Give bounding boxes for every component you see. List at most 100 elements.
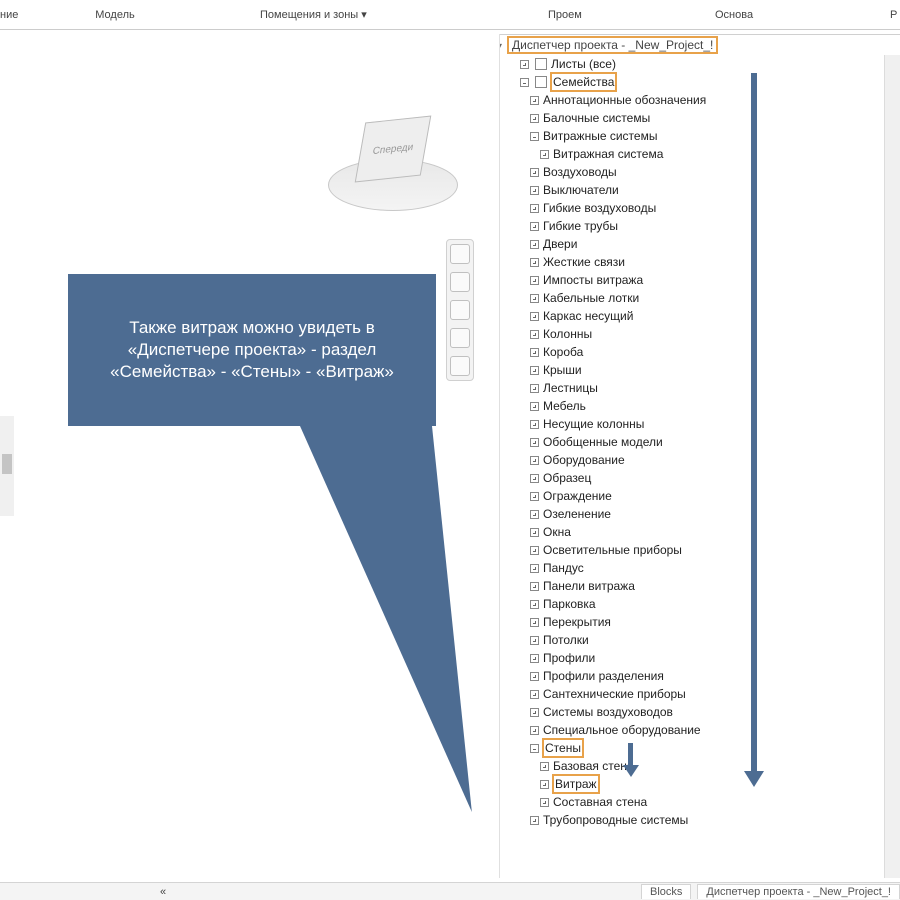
expander-icon[interactable] (530, 564, 539, 573)
nav-orbit-icon[interactable] (450, 300, 470, 320)
status-chevron-icon[interactable]: « (160, 886, 166, 898)
tree-item[interactable]: Профили (510, 649, 896, 667)
tree-item-sheets[interactable]: Листы (все) (510, 55, 896, 73)
expander-icon[interactable] (530, 384, 539, 393)
expander-icon[interactable] (530, 600, 539, 609)
expander-icon[interactable] (530, 168, 539, 177)
project-browser-tree[interactable]: Листы (все)СемействаАннотационные обозна… (510, 55, 896, 829)
tree-item[interactable]: Перекрытия (510, 613, 896, 631)
tree-item[interactable]: Специальное оборудование (510, 721, 896, 739)
project-browser-title[interactable]: Диспетчер проекта - _New_Project_! (508, 37, 717, 53)
tree-item[interactable]: Панели витража (510, 577, 896, 595)
viewcube-front-face[interactable]: Спереди (355, 116, 432, 183)
tree-item-families[interactable]: Семейства (510, 73, 896, 91)
tree-item[interactable]: Озеленение (510, 505, 896, 523)
tree-item[interactable]: Пандус (510, 559, 896, 577)
expander-icon[interactable] (530, 438, 539, 447)
expander-icon[interactable] (530, 240, 539, 249)
tree-item[interactable]: Несущие колонны (510, 415, 896, 433)
panel-pin-icon[interactable]: ▾ (500, 39, 506, 49)
expander-icon[interactable] (530, 672, 539, 681)
nav-steering-icon[interactable] (450, 328, 470, 348)
tree-item[interactable]: Оборудование (510, 451, 896, 469)
expander-icon[interactable] (530, 816, 539, 825)
expander-icon[interactable] (530, 744, 539, 753)
expander-icon[interactable] (530, 96, 539, 105)
nav-zoom-icon[interactable] (450, 272, 470, 292)
tree-item[interactable]: Каркас несущий (510, 307, 896, 325)
expander-icon[interactable] (540, 780, 549, 789)
tree-item-wall-type[interactable]: Базовая стена (510, 757, 896, 775)
status-tab-blocks[interactable]: Blocks (641, 884, 691, 899)
expander-icon[interactable] (520, 78, 529, 87)
tree-item[interactable]: Аннотационные обозначения (510, 91, 896, 109)
expander-icon[interactable] (530, 222, 539, 231)
expander-icon[interactable] (530, 366, 539, 375)
expander-icon[interactable] (530, 546, 539, 555)
tree-item[interactable]: Балочные системы (510, 109, 896, 127)
viewport-3d[interactable]: Спереди Также витраж можно увидеть в «Ди… (0, 34, 500, 878)
expander-icon[interactable] (530, 726, 539, 735)
expander-icon[interactable] (530, 420, 539, 429)
expander-icon[interactable] (530, 690, 539, 699)
expander-icon[interactable] (530, 132, 539, 141)
tree-item[interactable]: Воздуховоды (510, 163, 896, 181)
expander-icon[interactable] (530, 312, 539, 321)
ribbon-group-rooms[interactable]: Помещения и зоны ▾ (260, 8, 367, 21)
tree-item[interactable]: Колонны (510, 325, 896, 343)
tree-item[interactable]: Гибкие воздуховоды (510, 199, 896, 217)
viewcube[interactable]: Спереди (318, 99, 468, 249)
nav-pan-icon[interactable] (450, 244, 470, 264)
expander-icon[interactable] (530, 456, 539, 465)
expander-icon[interactable] (530, 654, 539, 663)
tree-item[interactable]: Кабельные лотки (510, 289, 896, 307)
expander-icon[interactable] (530, 294, 539, 303)
tree-item[interactable]: Лестницы (510, 379, 896, 397)
tree-item[interactable]: Короба (510, 343, 896, 361)
expander-icon[interactable] (530, 186, 539, 195)
tree-item[interactable]: Выключатели (510, 181, 896, 199)
expander-icon[interactable] (530, 708, 539, 717)
expander-icon[interactable] (530, 492, 539, 501)
tree-item[interactable]: Гибкие трубы (510, 217, 896, 235)
expander-icon[interactable] (530, 528, 539, 537)
expander-icon[interactable] (540, 762, 549, 771)
status-tab-browser[interactable]: Диспетчер проекта - _New_Project_! (697, 884, 900, 899)
expander-icon[interactable] (530, 114, 539, 123)
tree-item[interactable]: Обобщенные модели (510, 433, 896, 451)
tree-item[interactable]: Осветительные приборы (510, 541, 896, 559)
tree-item[interactable]: Окна (510, 523, 896, 541)
tree-item[interactable]: Жесткие связи (510, 253, 896, 271)
expander-icon[interactable] (530, 618, 539, 627)
tree-item[interactable]: Импосты витража (510, 271, 896, 289)
tree-item[interactable]: Мебель (510, 397, 896, 415)
view-scrollbar-thumb[interactable] (2, 454, 12, 474)
tree-item[interactable]: Образец (510, 469, 896, 487)
expander-icon[interactable] (530, 204, 539, 213)
expander-icon[interactable] (530, 582, 539, 591)
expander-icon[interactable] (530, 330, 539, 339)
expander-icon[interactable] (530, 636, 539, 645)
browser-scrollbar[interactable] (884, 55, 900, 878)
tree-item-vitrazh[interactable]: Витраж (510, 775, 896, 793)
expander-icon[interactable] (530, 474, 539, 483)
tree-item[interactable]: Сантехнические приборы (510, 685, 896, 703)
tree-item[interactable]: Профили разделения (510, 667, 896, 685)
expander-icon[interactable] (530, 276, 539, 285)
tree-item-vitrazh-systems[interactable]: Витражные системы (510, 127, 896, 145)
tree-item[interactable]: Трубопроводные системы (510, 811, 896, 829)
expander-icon[interactable] (530, 510, 539, 519)
expander-icon[interactable] (530, 402, 539, 411)
view-scrollbar[interactable] (0, 416, 14, 516)
tree-item[interactable]: Двери (510, 235, 896, 253)
expander-icon[interactable] (540, 798, 549, 807)
tree-item-vitrazh-system[interactable]: Витражная система (510, 145, 896, 163)
expander-icon[interactable] (540, 150, 549, 159)
expander-icon[interactable] (520, 60, 529, 69)
tree-item[interactable]: Крыши (510, 361, 896, 379)
tree-item[interactable]: Потолки (510, 631, 896, 649)
tree-item[interactable]: Ограждение (510, 487, 896, 505)
expander-icon[interactable] (530, 258, 539, 267)
tree-item-wall-type[interactable]: Составная стена (510, 793, 896, 811)
expander-icon[interactable] (530, 348, 539, 357)
